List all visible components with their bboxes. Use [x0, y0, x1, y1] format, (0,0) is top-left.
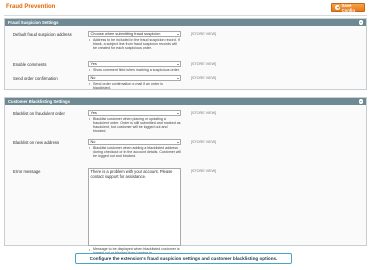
page-title: Fraud Prevention: [6, 4, 56, 10]
dropdown-arrow-icon: [176, 77, 179, 79]
select-value: Choose when submitting fraud suspicion: [90, 31, 161, 36]
section-title: Customer Blacklisting Settings: [8, 99, 70, 104]
scope-label: [STORE VIEW]: [191, 62, 217, 66]
scope-label: [STORE VIEW]: [191, 76, 217, 80]
save-config-button[interactable]: Save Config: [331, 2, 365, 13]
section-title: Fraud Suspicion Settings: [8, 20, 59, 25]
send-confirmation-select[interactable]: No: [88, 75, 181, 81]
fraud-suspicion-header[interactable]: Fraud Suspicion Settings: [5, 19, 366, 26]
blacklist-new-address-select[interactable]: No: [88, 139, 181, 145]
scope-label: [STORE VIEW]: [191, 140, 217, 144]
setting-label: Send order confirmation: [13, 76, 58, 81]
setting-label: Blacklist on new address: [13, 140, 60, 145]
checkmark-icon: [335, 5, 340, 10]
default-address-select[interactable]: Choose when submitting fraud suspicion: [88, 31, 181, 37]
setting-note: Blacklist customer when placing or updat…: [88, 117, 181, 133]
collapse-icon[interactable]: [358, 99, 363, 104]
caption-box: Configure the extension's fraud suspicio…: [75, 253, 292, 264]
page-header: Fraud Prevention Save Config: [4, 2, 367, 16]
blacklist-fraudulent-select[interactable]: Yes: [88, 110, 181, 116]
customer-blacklisting-section: Customer Blacklisting Settings Blacklist…: [4, 97, 367, 255]
select-value: Yes: [90, 61, 97, 66]
setting-note: Address to be included in the fraud susp…: [88, 38, 181, 50]
dropdown-arrow-icon: [176, 63, 179, 65]
error-message-textarea[interactable]: There is a problem with your account. Pl…: [88, 168, 181, 246]
header-divider: [4, 15, 367, 16]
setting-label: Default fraud suspicion address: [13, 32, 72, 37]
scope-label: [STORE VIEW]: [191, 169, 217, 173]
setting-label: Enable comments: [13, 62, 47, 67]
select-value: No: [90, 139, 96, 144]
dropdown-arrow-icon: [176, 141, 179, 143]
setting-label: Blacklist on fraudulent order: [13, 111, 65, 116]
enable-comments-select[interactable]: Yes: [88, 61, 181, 67]
select-value: No: [90, 75, 96, 80]
scope-label: [STORE VIEW]: [191, 111, 217, 115]
dropdown-arrow-icon: [176, 33, 179, 35]
customer-blacklisting-header[interactable]: Customer Blacklisting Settings: [5, 98, 366, 105]
dropdown-arrow-icon: [176, 112, 179, 114]
setting-note: Blacklist customer when adding a blackli…: [88, 146, 181, 158]
scope-label: [STORE VIEW]: [191, 32, 217, 36]
setting-note: Show comment field when marking a suspic…: [88, 68, 181, 72]
select-value: Yes: [90, 110, 97, 115]
save-config-label: Save Config: [341, 2, 355, 13]
setting-label: Error message: [13, 169, 41, 174]
collapse-icon[interactable]: [358, 20, 363, 25]
fraud-suspicion-section: Fraud Suspicion Settings Default fraud s…: [4, 18, 367, 90]
setting-note: Send order confirmation e-mail if an ord…: [88, 82, 181, 90]
